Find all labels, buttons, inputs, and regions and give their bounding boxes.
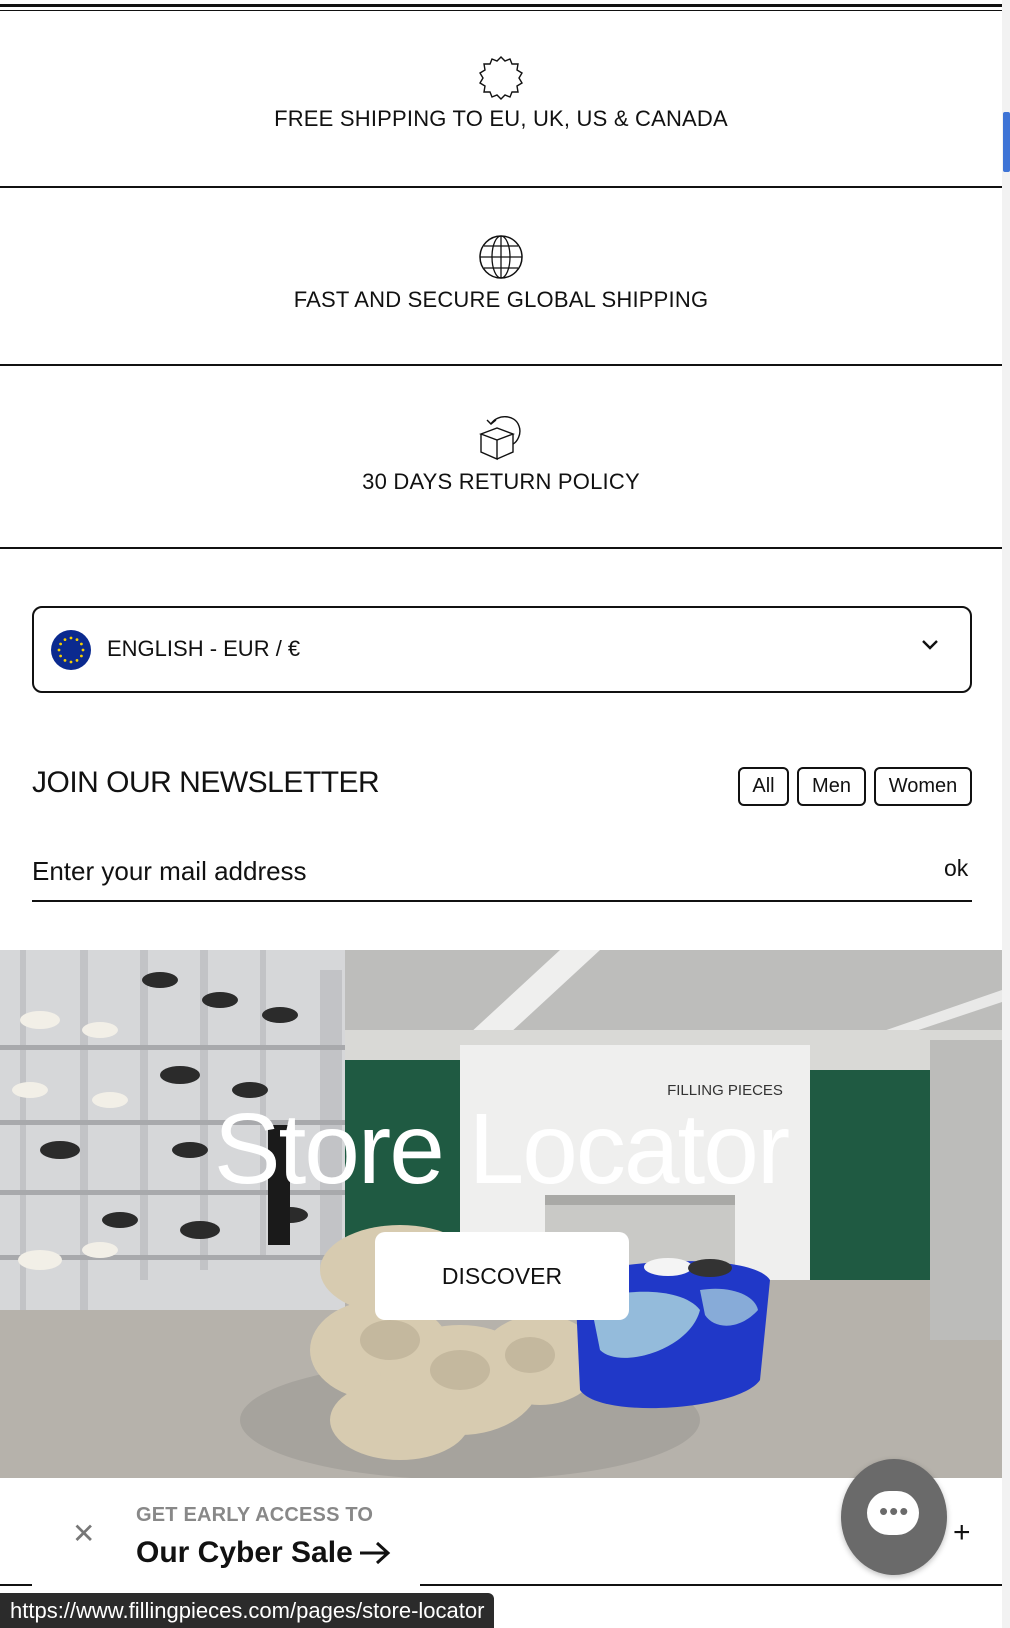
badge-icon [479, 56, 523, 100]
usp-label: FREE SHIPPING TO EU, UK, US & CANADA [274, 106, 728, 131]
submit-button[interactable]: ok [944, 855, 968, 882]
store-locator-hero[interactable]: FILLING PIECES [0, 950, 1002, 1478]
filter-all-button[interactable]: All [738, 767, 789, 806]
locale-selector[interactable]: ENGLISH - EUR / € [32, 606, 972, 693]
plus-icon[interactable]: + [953, 1516, 971, 1550]
scrollbar[interactable] [1002, 0, 1010, 1628]
usp-label: 30 DAYS RETURN POLICY [362, 469, 640, 494]
chat-button[interactable]: ••• [841, 1459, 947, 1575]
usp-return-policy: 30 DAYS RETURN POLICY [0, 366, 1002, 549]
cyber-sale-promo[interactable]: ✕ GET EARLY ACCESS TO Our Cyber Sale [32, 1484, 420, 1592]
store-photo: FILLING PIECES [0, 950, 1002, 1478]
newsletter-title: JOIN OUR NEWSLETTER [32, 766, 380, 799]
globe-icon [479, 235, 523, 279]
page: FREE SHIPPING TO EU, UK, US & CANADA FAS… [0, 0, 1002, 1628]
chevron-down-icon [922, 640, 938, 650]
return-box-icon [479, 416, 521, 461]
promo-headline: Our Cyber Sale [136, 1536, 353, 1569]
divider [0, 4, 1002, 7]
status-bar-url: https://www.fillingpieces.com/pages/stor… [0, 1593, 495, 1628]
filter-women-button[interactable]: Women [874, 767, 972, 806]
promo-kicker: GET EARLY ACCESS TO [136, 1504, 374, 1526]
usp-free-shipping: FREE SHIPPING TO EU, UK, US & CANADA [0, 10, 1002, 188]
close-icon[interactable]: ✕ [72, 1517, 95, 1550]
ellipsis-icon: ••• [879, 1496, 910, 1526]
eu-flag-icon [51, 630, 91, 670]
divider [32, 900, 972, 902]
discover-button[interactable]: DISCOVER [375, 1232, 629, 1320]
locale-label: ENGLISH - EUR / € [107, 636, 301, 661]
scrollbar-thumb[interactable] [1003, 112, 1010, 172]
arrow-right-icon[interactable] [358, 1540, 392, 1566]
email-field[interactable] [32, 846, 902, 896]
filter-men-button[interactable]: Men [797, 767, 866, 806]
usp-global-shipping: FAST AND SECURE GLOBAL SHIPPING [0, 188, 1002, 366]
hero-title: Store Locator [213, 1093, 790, 1205]
usp-label: FAST AND SECURE GLOBAL SHIPPING [293, 287, 709, 312]
